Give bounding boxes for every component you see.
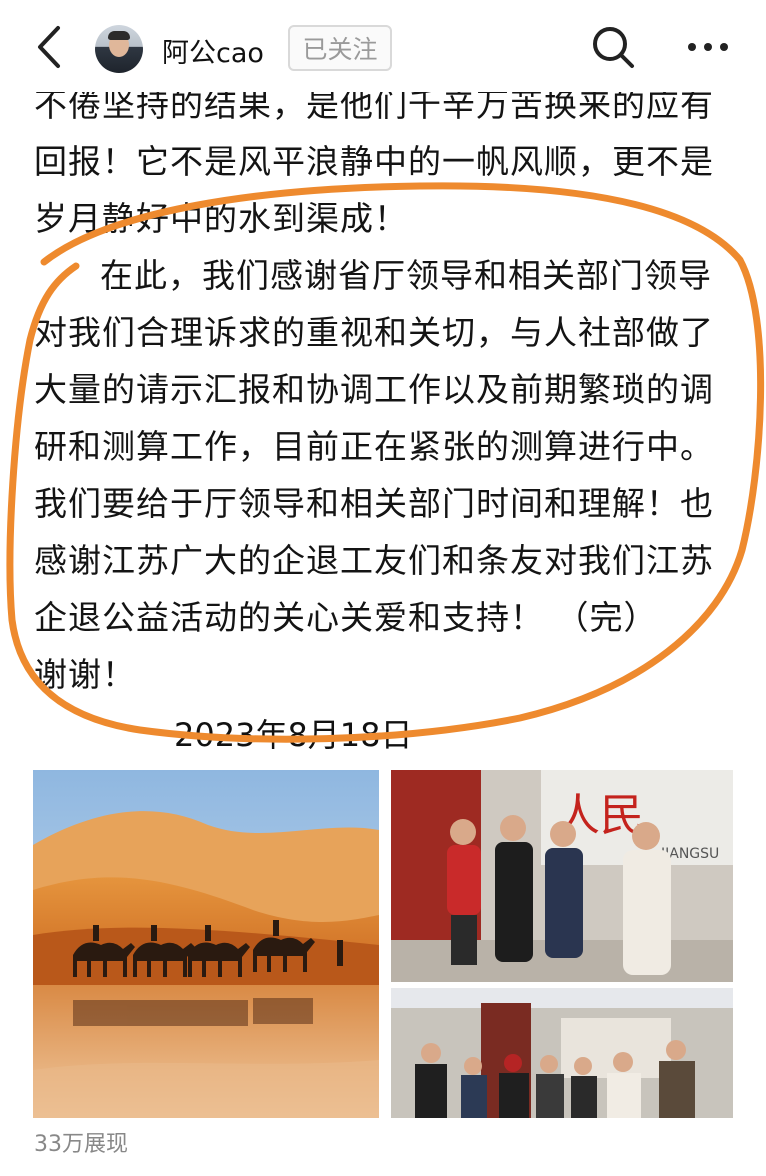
- post-line: 回报！它不是风平浪静中的一帆风顺，更不是: [34, 142, 714, 181]
- follow-button[interactable]: 已关注: [288, 25, 392, 71]
- post-paragraph: 在此，我们感谢省厅领导和相关部门领导对我们合理诉求的重视和关切，与人社部做了大量…: [34, 256, 714, 637]
- more-icon[interactable]: [685, 32, 731, 62]
- post-body: 不倦坚持的结果，是他们千辛万苦换来的应有 回报！它不是风平浪静中的一帆风顺，更不…: [34, 76, 734, 703]
- group-photo-outdoor[interactable]: [391, 988, 733, 1118]
- top-bar: 阿公cao 已关注: [0, 0, 766, 92]
- post-line: 岁月静好中的水到渠成！: [34, 199, 408, 238]
- avatar-hair: [108, 31, 130, 40]
- username[interactable]: 阿公cao: [162, 31, 264, 70]
- avatar[interactable]: [95, 25, 143, 73]
- view-count: 33万展现: [34, 1132, 128, 1157]
- group-photo-office[interactable]: 人民 JIANGSU: [391, 770, 733, 982]
- search-icon[interactable]: [590, 24, 636, 70]
- post-date: 2023年8月18日: [174, 716, 413, 754]
- post-thanks: 谢谢！: [34, 655, 136, 694]
- back-arrow-icon[interactable]: [28, 22, 72, 72]
- desert-camel-photo[interactable]: [33, 770, 379, 1118]
